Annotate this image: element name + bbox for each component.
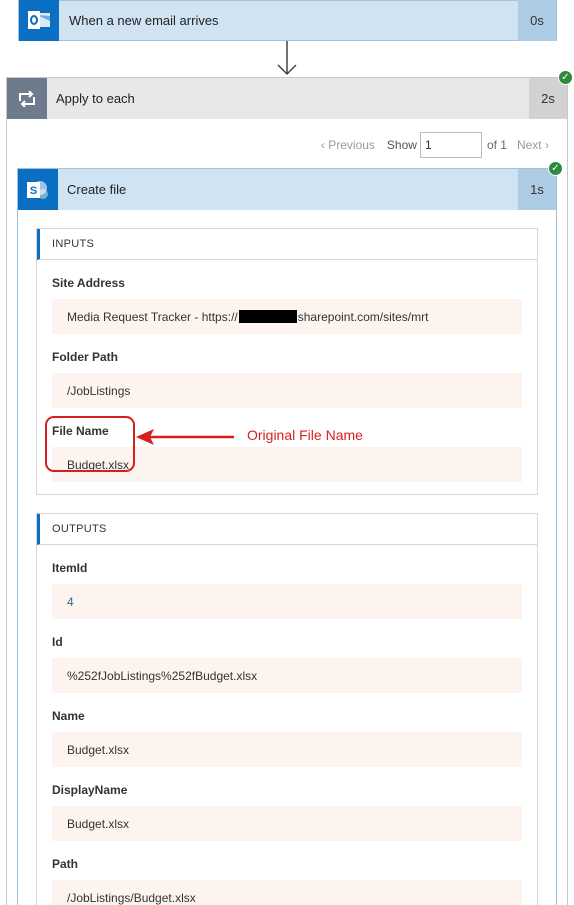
folder-path-value: /JobListings bbox=[52, 373, 522, 408]
create-file-header[interactable]: S Create file 1s bbox=[18, 169, 556, 210]
apply-to-each-title: Apply to each bbox=[56, 91, 135, 106]
site-address-value: Media Request Tracker - https://sharepoi… bbox=[52, 299, 522, 334]
name-label: Name bbox=[52, 709, 85, 723]
id-value: %252fJobListings%252fBudget.xlsx bbox=[52, 658, 522, 693]
inputs-title: INPUTS bbox=[37, 229, 537, 260]
itemid-label: ItemId bbox=[52, 561, 88, 575]
flow-arrow-icon bbox=[277, 41, 297, 76]
show-label: Show bbox=[386, 138, 417, 152]
itemid-value: 4 bbox=[52, 584, 522, 619]
outputs-title: OUTPUTS bbox=[37, 514, 537, 545]
outlook-icon bbox=[19, 0, 59, 41]
apply-to-each-card: Apply to each 2s ‹ Previous Show of 1 Ne… bbox=[6, 77, 568, 905]
redaction-bar bbox=[238, 310, 297, 323]
next-button[interactable]: Next › bbox=[517, 138, 549, 152]
outputs-section: OUTPUTS ItemId 4 Id %252fJobListings%252… bbox=[36, 513, 538, 905]
annotation-arrow-icon bbox=[136, 429, 234, 445]
svg-text:S: S bbox=[30, 185, 37, 197]
path-label: Path bbox=[52, 857, 79, 871]
loop-icon bbox=[7, 78, 47, 119]
annotation-highlight-box bbox=[45, 416, 135, 472]
iteration-input[interactable] bbox=[419, 132, 482, 158]
displayname-value: Budget.xlsx bbox=[52, 806, 522, 841]
apply-to-each-header[interactable]: Apply to each 2s bbox=[7, 78, 567, 119]
path-value: /JobListings/Budget.xlsx bbox=[52, 880, 522, 905]
create-file-title: Create file bbox=[67, 182, 127, 197]
trigger-duration: 0s bbox=[518, 0, 556, 41]
create-file-card: S Create file 1s INPUTS Site Address Med… bbox=[17, 168, 557, 905]
annotation-label: Original File Name bbox=[247, 427, 363, 443]
success-check-icon: ✓ bbox=[558, 70, 573, 85]
site-address-label: Site Address bbox=[52, 276, 125, 290]
trigger-card[interactable]: When a new email arrives 0s bbox=[18, 0, 557, 41]
id-label: Id bbox=[52, 635, 63, 649]
iteration-pager: ‹ Previous Show of 1 Next › bbox=[321, 132, 549, 158]
name-value: Budget.xlsx bbox=[52, 732, 522, 767]
trigger-title: When a new email arrives bbox=[69, 13, 219, 28]
sharepoint-icon: S bbox=[18, 169, 58, 210]
iteration-count: of 1 bbox=[486, 138, 507, 152]
displayname-label: DisplayName bbox=[52, 783, 128, 797]
create-file-duration: 1s bbox=[518, 169, 556, 210]
folder-path-label: Folder Path bbox=[52, 350, 119, 364]
success-check-icon: ✓ bbox=[548, 161, 563, 176]
previous-button[interactable]: ‹ Previous bbox=[321, 138, 375, 152]
